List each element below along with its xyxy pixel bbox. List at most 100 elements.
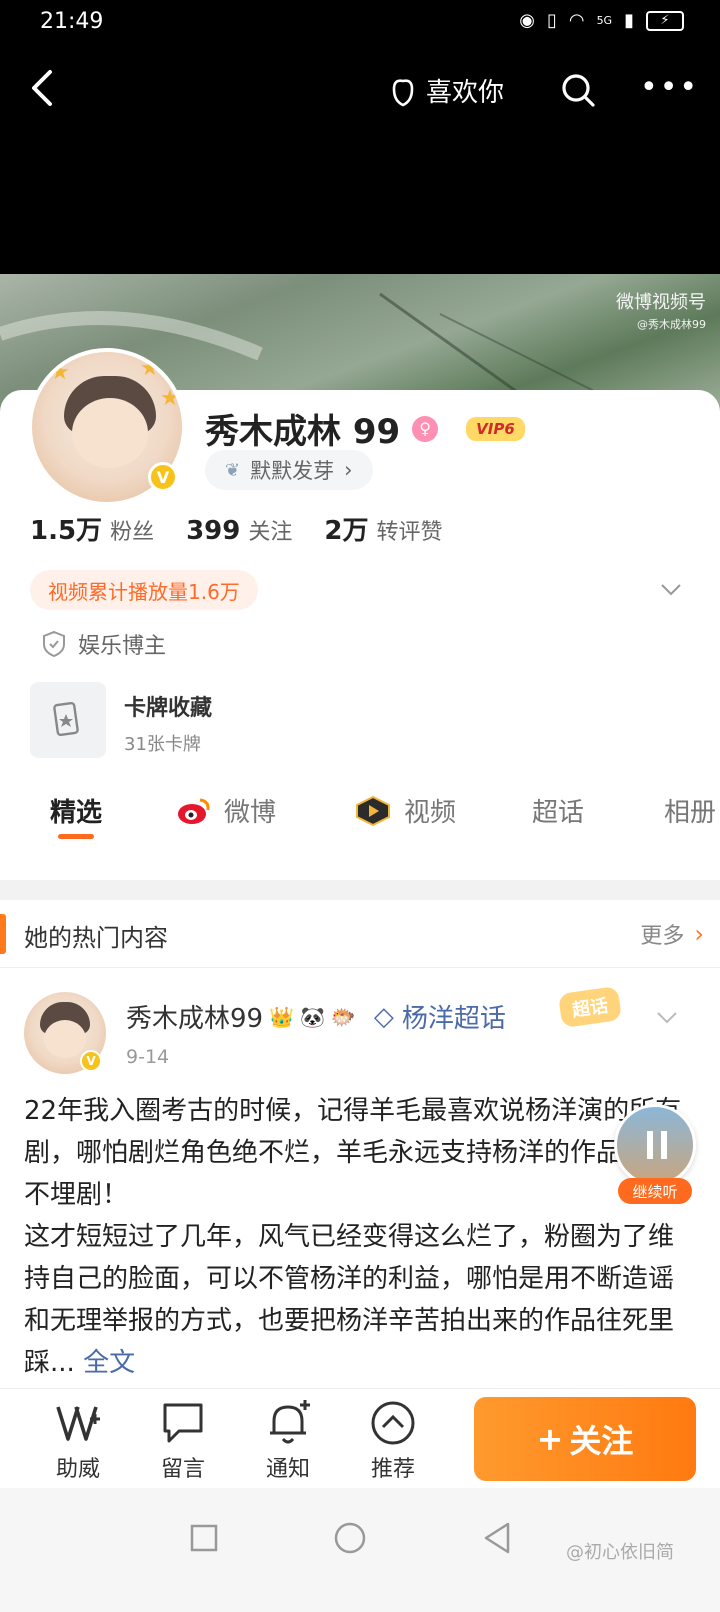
stat-followers[interactable]: 1.5万 粉丝: [30, 510, 154, 547]
tab-label: 超话: [532, 798, 585, 828]
post-text: 22年我入圈考古的时候，记得羊毛最喜欢说杨洋演的所有剧，哪怕剧烂角色绝不烂，羊毛…: [24, 1090, 696, 1384]
post-card[interactable]: V 秀木成林99 👑 🐼 🐡 ◇ 杨洋超话 超话 9-14 22年我入圈考古的时…: [0, 970, 720, 1420]
tab-label: 视频: [404, 798, 457, 828]
certification[interactable]: 娱乐博主: [42, 628, 166, 660]
sprout-icon: ❦: [225, 459, 241, 481]
back-nav-icon[interactable]: [478, 1518, 518, 1558]
stat-label: 关注: [248, 520, 293, 545]
recents-icon[interactable]: [184, 1518, 224, 1558]
section-accent-bar: [0, 914, 6, 954]
search-icon[interactable]: [560, 72, 596, 108]
follow-button[interactable]: + 关注: [474, 1397, 696, 1481]
topic-label: 杨洋超话: [401, 1004, 506, 1034]
profile-name-row: 秀木成林 99 ♀ VIP6: [205, 404, 525, 453]
stat-interactions[interactable]: 2万 转评赞: [324, 510, 442, 547]
card-collection-count: 31张卡牌: [124, 734, 201, 755]
eye-icon: ◉: [519, 10, 535, 31]
female-icon: ♀: [412, 415, 439, 442]
watermark-credit: @初心依旧简: [566, 1542, 674, 1563]
status-icons: ◉ ▯ ◠ 5G ▮ ⚡: [519, 10, 684, 31]
chevron-down-icon[interactable]: [656, 1006, 678, 1028]
cheer-icon: [56, 1406, 100, 1441]
profile-stats: 1.5万 粉丝 399 关注 2万 转评赞: [30, 510, 442, 547]
action-label: 留言: [160, 1457, 205, 1482]
follow-label: 关注: [569, 1422, 634, 1460]
vip-badge[interactable]: VIP6: [466, 416, 525, 441]
diamond-icon: ◇: [373, 1001, 394, 1032]
continue-listening-widget[interactable]: [614, 1104, 696, 1186]
more-label: 更多: [640, 924, 685, 949]
status-time: 21:49: [40, 9, 104, 34]
tab-video[interactable]: 视频: [354, 792, 456, 829]
network-label: 5G: [596, 14, 613, 27]
full-text-link[interactable]: 全文: [83, 1348, 135, 1378]
action-label: 推荐: [370, 1457, 415, 1482]
comment-icon: [163, 1403, 203, 1443]
hand-heart-icon: [392, 78, 414, 106]
action-label: 通知: [265, 1457, 310, 1482]
cover-watermark-sub: @秀木成林99: [637, 318, 706, 331]
wifi-icon: ◠: [568, 10, 585, 31]
top-bar: 喜欢你 •••: [0, 48, 720, 274]
system-nav-bar: @初心依旧简: [0, 1488, 720, 1612]
chevron-right-icon: ›: [694, 920, 704, 948]
continue-listening-label[interactable]: 继续听: [618, 1178, 692, 1204]
avatar-face: [44, 1020, 86, 1058]
panda-icon: 🐼: [300, 1004, 325, 1029]
tab-supertopic[interactable]: 超话: [532, 792, 584, 829]
profile-tabs: 精选 微博 视频 超话 相册: [0, 786, 720, 846]
stat-label: 粉丝: [110, 520, 155, 545]
hot-content-header: 她的热门内容 更多 ›: [0, 900, 720, 968]
bottom-action-bar: 助威 留言 通知 推荐 + 关注: [0, 1388, 720, 1488]
chevron-up-circle-icon: [371, 1401, 415, 1445]
supertopic-tag: 超话: [557, 985, 623, 1029]
plus-icon: +: [536, 1420, 564, 1458]
stat-value: 399: [186, 516, 241, 546]
recommend-button[interactable]: 推荐: [353, 1399, 433, 1483]
certification-label: 娱乐博主: [78, 634, 167, 659]
star-icon: ★: [140, 356, 160, 381]
card-collection-icon[interactable]: [30, 682, 106, 758]
level-label: 默默发芽: [250, 459, 335, 483]
level-badge[interactable]: ❦ 默默发芽 ›: [205, 450, 373, 490]
post-author-row: 秀木成林99 👑 🐼 🐡 ◇ 杨洋超话: [126, 998, 506, 1035]
back-icon[interactable]: [24, 68, 64, 108]
home-icon[interactable]: [330, 1518, 370, 1558]
signal-icon: ▮: [624, 10, 634, 31]
stat-value: 1.5万: [30, 516, 103, 546]
bell-icon: [270, 1400, 310, 1444]
more-icon[interactable]: •••: [640, 70, 699, 105]
tab-label: 相册: [664, 798, 717, 828]
star-icon: ★: [160, 386, 180, 411]
verified-badge-icon: V: [80, 1050, 102, 1072]
like-you-button[interactable]: 喜欢你: [388, 72, 504, 109]
profile-card: ★ ★ ★ V 秀木成林 99 ♀ VIP6 ❦ 默默发芽 › 1.5万 粉丝 3…: [0, 348, 720, 880]
active-tab-indicator: [58, 834, 94, 839]
battery-icon: ⚡: [646, 10, 684, 31]
action-label: 助威: [55, 1457, 100, 1482]
stat-value: 2万: [324, 516, 369, 546]
chevron-down-icon[interactable]: [660, 578, 682, 600]
card-collection-title[interactable]: 卡牌收藏: [124, 690, 212, 722]
tab-album[interactable]: 相册: [664, 792, 716, 829]
tab-label: 微博: [224, 798, 277, 828]
video-icon: [356, 795, 390, 826]
post-body: 22年我入圈考古的时候，记得羊毛最喜欢说杨洋演的所有剧，哪怕剧烂角色绝不烂，羊毛…: [24, 1096, 682, 1378]
tab-label: 精选: [50, 798, 103, 828]
topic-link[interactable]: ◇ 杨洋超话: [374, 998, 506, 1035]
crown-icon: 👑: [269, 1004, 294, 1029]
stat-following[interactable]: 399 关注: [186, 514, 292, 546]
hot-content-title: 她的热门内容: [24, 924, 168, 952]
tab-featured[interactable]: 精选: [50, 792, 102, 829]
more-link[interactable]: 更多 ›: [640, 918, 704, 950]
weibo-icon: [178, 798, 210, 824]
vibrate-icon: ▯: [546, 10, 557, 31]
cheer-button[interactable]: 助威: [38, 1399, 118, 1483]
message-button[interactable]: 留言: [143, 1399, 223, 1483]
play-count-badge[interactable]: 视频累计播放量1.6万: [30, 570, 258, 610]
verified-badge-icon: V: [148, 462, 178, 492]
profile-name: 秀木成林 99: [205, 412, 401, 452]
notify-button[interactable]: 通知: [248, 1399, 328, 1483]
tab-weibo[interactable]: 微博: [176, 792, 276, 829]
post-author[interactable]: 秀木成林99: [126, 998, 263, 1035]
